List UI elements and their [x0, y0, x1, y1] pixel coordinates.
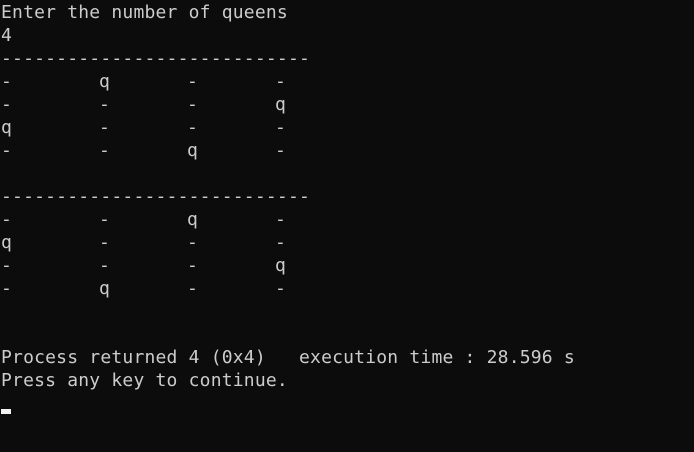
board-cell: q	[187, 140, 198, 161]
process-status-line: Process returned 4 (0x4) execution time …	[1, 347, 575, 368]
board-cell: q	[275, 94, 286, 115]
board-cell: -	[187, 94, 198, 115]
separator-line: ----------------------------	[1, 186, 311, 207]
board-cell: -	[187, 117, 198, 138]
board-cell: -	[1, 94, 12, 115]
board-row: q - - -	[0, 116, 320, 139]
separator-line: ----------------------------	[1, 48, 311, 69]
board-cell: -	[1, 278, 12, 299]
prompt-line: Enter the number of queens	[1, 2, 288, 23]
board-cell: -	[275, 278, 286, 299]
board-row: - - q -	[0, 208, 320, 231]
board-cell: -	[187, 71, 198, 92]
board-cell: -	[1, 140, 12, 161]
board-row: q - - -	[0, 231, 320, 254]
continue-prompt-line: Press any key to continue.	[1, 370, 288, 391]
console-output[interactable]: Enter the number of queens 4 -----------…	[0, 0, 694, 452]
board-row: - - - q	[0, 93, 320, 116]
board-cell: -	[99, 140, 110, 161]
board-cell: -	[275, 117, 286, 138]
board-cell: -	[1, 209, 12, 230]
board-cell: -	[99, 255, 110, 276]
board-cell: q	[1, 117, 12, 138]
board-cell: -	[275, 209, 286, 230]
board-cell: q	[99, 278, 110, 299]
board-cell: -	[99, 232, 110, 253]
board-cell: -	[99, 94, 110, 115]
input-line: 4	[1, 25, 13, 46]
board-row: - q - -	[0, 277, 320, 300]
text-cursor	[1, 409, 11, 414]
board-cell: -	[187, 255, 198, 276]
board-cell: q	[1, 232, 12, 253]
board-cell: -	[99, 209, 110, 230]
board-row: - - - q	[0, 254, 320, 277]
board-cell: -	[99, 117, 110, 138]
board-cell: q	[275, 255, 286, 276]
board-cell: q	[187, 209, 198, 230]
board-row: - - q -	[0, 139, 320, 162]
board-cell: -	[187, 232, 198, 253]
board-cell: -	[1, 71, 12, 92]
board-cell: -	[1, 255, 12, 276]
board-cell: -	[275, 71, 286, 92]
board-cell: -	[275, 140, 286, 161]
board-row: - q - -	[0, 70, 320, 93]
board-cell: q	[99, 71, 110, 92]
board-cell: -	[187, 278, 198, 299]
board-cell: -	[275, 232, 286, 253]
